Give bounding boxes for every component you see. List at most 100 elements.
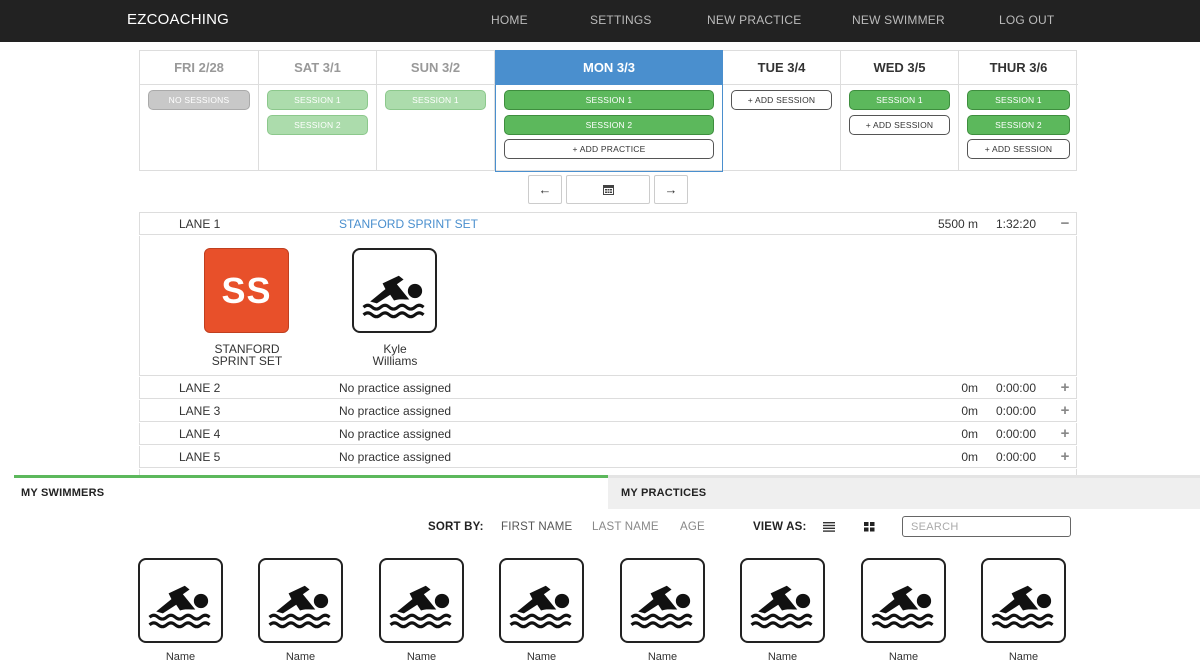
lane-practice: No practice assigned	[339, 450, 452, 464]
week-calendar: FRI 2/28 NO SESSIONS SAT 3/1 SESSION 1 SESSI…	[139, 50, 1078, 172]
lane-practice-link[interactable]: STANFORD SPRINT SET	[339, 213, 478, 235]
day-column: MON 3/3 SESSION 1 SESSION 2 + ADD PRACTICE	[495, 50, 723, 172]
swimmer-icon	[499, 558, 584, 643]
swimmer-icon	[861, 558, 946, 643]
swimmer-icon	[138, 558, 223, 643]
day-header[interactable]: SAT 3/1	[259, 51, 376, 85]
swimmer-icon	[620, 558, 705, 643]
lane-practice: No practice assigned	[339, 427, 452, 441]
day-header[interactable]: TUE 3/4	[723, 51, 840, 85]
sort-last-name[interactable]: LAST NAME	[592, 521, 659, 533]
lane-swimmer-label: Kyle Williams	[372, 342, 418, 368]
day-column: SAT 3/1 SESSION 1 SESSION 2	[259, 51, 377, 170]
lane-row[interactable]: LANE 3 No practice assigned 0m 0:00:00 +	[139, 400, 1077, 422]
session-chip[interactable]: SESSION 2	[504, 114, 714, 135]
session-chip[interactable]: SESSION 2	[267, 114, 368, 135]
tab-my-swimmers[interactable]: MY SWIMMERS	[14, 475, 608, 509]
lane-name: LANE 2	[179, 381, 221, 395]
day-header[interactable]: WED 3/5	[841, 51, 958, 85]
nav-new-swimmer[interactable]: NEW SWIMMER	[852, 13, 945, 27]
list-view-icon[interactable]	[823, 521, 835, 532]
swimmer-icon	[379, 558, 464, 643]
lane-detail: SS STANFORD SPRINT SET Kyle Williams	[139, 236, 1077, 376]
next-week-button[interactable]: →	[654, 175, 688, 204]
grid-view-icon[interactable]	[864, 521, 875, 532]
session-chip[interactable]: SESSION 2	[967, 114, 1070, 135]
swimmer-name: Name	[1008, 651, 1039, 661]
sort-age[interactable]: AGE	[680, 521, 705, 533]
brand-logo[interactable]: EZCOACHING	[127, 11, 229, 28]
arrow-right-icon: →	[664, 182, 678, 197]
lane-name: LANE 3	[179, 404, 221, 418]
lane-row[interactable]: LANE 4 No practice assigned 0m 0:00:00 +	[139, 423, 1077, 445]
expand-icon[interactable]: +	[1058, 446, 1072, 468]
day-header[interactable]: THUR 3/6	[959, 51, 1078, 85]
lane-time: 1:32:20	[995, 217, 1036, 231]
tab-my-practices[interactable]: MY PRACTICES	[608, 475, 1200, 509]
session-chip[interactable]: SESSION 1	[267, 90, 368, 110]
lane-name: LANE 4	[179, 427, 221, 441]
session-chip[interactable]: SESSION 1	[504, 90, 714, 110]
swimmer-name: Name	[165, 651, 196, 661]
no-sessions-badge: NO SESSIONS	[148, 90, 250, 110]
arrow-left-icon: ←	[538, 182, 552, 197]
swimmer-card[interactable]: Name	[499, 558, 584, 661]
day-column: TUE 3/4 + ADD SESSION	[723, 51, 841, 170]
tab-my-practices-label: MY PRACTICES	[621, 487, 707, 499]
day-header[interactable]: SUN 3/2	[377, 51, 494, 85]
nav-log-out[interactable]: LOG OUT	[999, 13, 1054, 27]
expand-icon[interactable]: +	[1058, 423, 1072, 445]
date-picker-button[interactable]	[566, 175, 650, 204]
swimmer-name: Name	[888, 651, 919, 661]
swimmer-card[interactable]: Name	[379, 558, 464, 661]
lane-swimmer-card[interactable]: Kyle Williams	[352, 248, 438, 367]
lane-time: 0:00:00	[995, 404, 1036, 418]
add-button[interactable]: + ADD SESSION	[849, 114, 950, 135]
session-chip[interactable]: SESSION 1	[967, 90, 1070, 110]
nav-settings[interactable]: SETTINGS	[590, 13, 652, 27]
lanes-panel: LANE 1 STANFORD SPRINT SET 5500 m 1:32:2…	[139, 212, 1077, 476]
swimmer-icon	[258, 558, 343, 643]
expand-icon[interactable]: +	[1058, 377, 1072, 399]
practice-card[interactable]: SS STANFORD SPRINT SET	[204, 248, 290, 367]
sort-first-name[interactable]: FIRST NAME	[501, 521, 572, 533]
swimmer-icon	[740, 558, 825, 643]
view-as-label: VIEW AS:	[753, 521, 807, 533]
lane-name: LANE 5	[179, 450, 221, 464]
swimmer-card[interactable]: Name	[258, 558, 343, 661]
lane-time: 0:00:00	[995, 381, 1036, 395]
swimmer-card[interactable]: Name	[981, 558, 1066, 661]
day-column: FRI 2/28 NO SESSIONS	[140, 51, 259, 170]
swimmer-card[interactable]: Name	[138, 558, 223, 661]
nav-new-practice[interactable]: NEW PRACTICE	[707, 13, 801, 27]
session-chip[interactable]: SESSION 1	[385, 90, 486, 110]
swimmer-card[interactable]: Name	[620, 558, 705, 661]
day-header[interactable]: MON 3/3	[496, 51, 722, 85]
swimmer-icon	[981, 558, 1066, 643]
lane-practice: No practice assigned	[339, 381, 452, 395]
day-column: SUN 3/2 SESSION 1	[377, 51, 495, 170]
day-column: WED 3/5 SESSION 1 + ADD SESSION	[841, 51, 959, 170]
lane-name: LANE 1	[179, 217, 221, 231]
add-button[interactable]: + ADD SESSION	[731, 90, 832, 110]
tab-my-swimmers-label: MY SWIMMERS	[21, 487, 105, 499]
prev-week-button[interactable]: ←	[528, 175, 562, 204]
swimmer-card[interactable]: Name	[861, 558, 946, 661]
lane-row-expanded[interactable]: LANE 1 STANFORD SPRINT SET 5500 m 1:32:2…	[139, 213, 1077, 235]
swimmer-name: Name	[526, 651, 557, 661]
calendar-icon	[602, 184, 614, 195]
day-header[interactable]: FRI 2/28	[140, 51, 258, 85]
swimmer-card[interactable]: Name	[740, 558, 825, 661]
session-chip[interactable]: SESSION 1	[849, 90, 950, 110]
expand-icon[interactable]: +	[1058, 400, 1072, 422]
lane-distance: 5500 m	[937, 217, 978, 231]
collapse-icon[interactable]: −	[1058, 213, 1072, 235]
nav-home[interactable]: HOME	[491, 13, 528, 27]
lane-row[interactable]: LANE 2 No practice assigned 0m 0:00:00 +	[139, 377, 1077, 399]
swimmer-name: Name	[647, 651, 678, 661]
lane-row[interactable]: LANE 5 No practice assigned 0m 0:00:00 +	[139, 446, 1077, 468]
swimmer-search-input[interactable]	[902, 516, 1071, 537]
add-button[interactable]: + ADD SESSION	[967, 139, 1070, 159]
add-button[interactable]: + ADD PRACTICE	[504, 139, 714, 159]
lane-time: 0:00:00	[995, 427, 1036, 441]
